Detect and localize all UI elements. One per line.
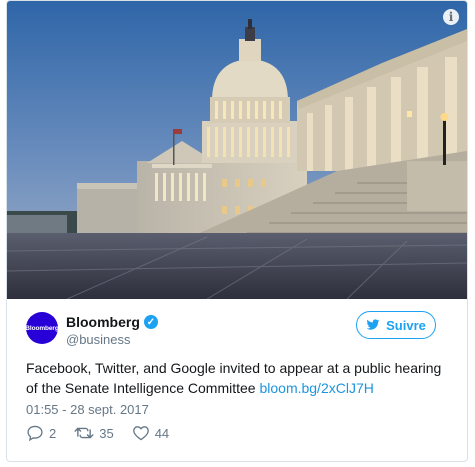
account-handle[interactable]: @business xyxy=(66,332,131,347)
twitter-bird-icon xyxy=(366,319,380,330)
tweet-body: Facebook, Twitter, and Google invited to… xyxy=(26,360,442,396)
reply-icon xyxy=(27,425,43,441)
tweet-link[interactable]: bloom.bg/2xClJ7H xyxy=(259,380,373,396)
like-action[interactable]: 44 xyxy=(132,425,169,441)
tweet-photo[interactable]: i xyxy=(7,1,467,299)
tweet-actions: 2 35 44 xyxy=(26,425,169,441)
avatar[interactable]: Bloomberg xyxy=(25,312,59,344)
tweet-text: Facebook, Twitter, and Google invited to… xyxy=(26,358,451,398)
reply-action[interactable]: 2 xyxy=(26,425,56,441)
like-count: 44 xyxy=(154,425,170,441)
heart-icon xyxy=(132,426,149,441)
tweet-timestamp[interactable]: 01:55 - 28 sept. 2017 xyxy=(26,402,149,417)
account-name-row[interactable]: Bloomberg ✓ xyxy=(66,314,158,330)
retweet-action[interactable]: 35 xyxy=(74,425,114,441)
account-name[interactable]: Bloomberg xyxy=(66,314,140,330)
embedded-tweet-card: i Bloomberg Bloomberg ✓ @business Suivre… xyxy=(6,0,468,462)
reply-count: 2 xyxy=(49,425,57,441)
follow-button[interactable]: Suivre xyxy=(356,311,436,339)
info-icon[interactable]: i xyxy=(443,9,459,25)
verified-badge-icon: ✓ xyxy=(143,315,158,329)
retweet-icon xyxy=(74,427,94,439)
follow-label: Suivre xyxy=(386,317,426,333)
capitol-image xyxy=(7,1,467,299)
retweet-count: 35 xyxy=(99,425,114,441)
